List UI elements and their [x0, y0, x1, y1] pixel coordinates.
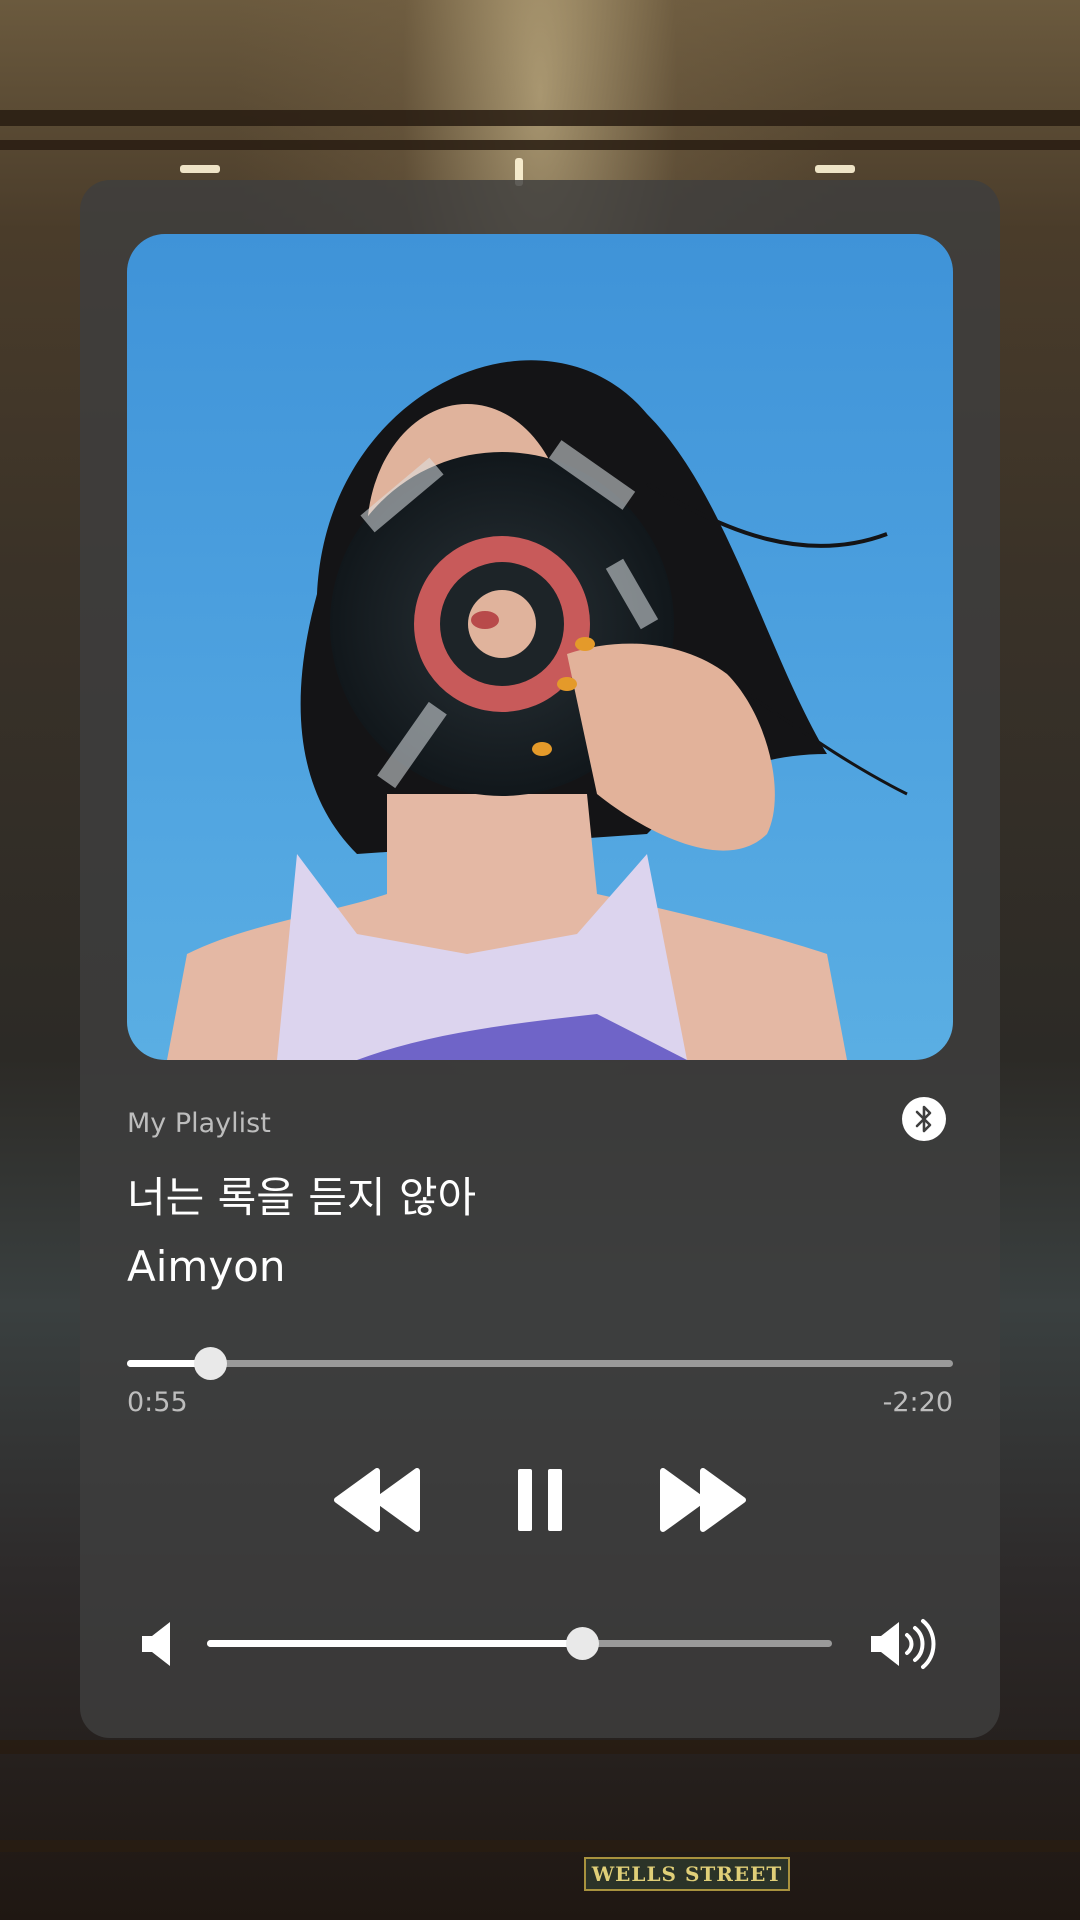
- artist-name: Aimyon: [127, 1242, 286, 1291]
- rewind-icon: [334, 1468, 420, 1532]
- volume-slider[interactable]: [207, 1627, 832, 1660]
- progress-thumb[interactable]: [193, 1347, 227, 1380]
- volume-high-icon: [868, 1615, 942, 1673]
- playlist-label: My Playlist: [127, 1108, 271, 1139]
- ceiling-light: [815, 165, 855, 173]
- ceiling-beam: [0, 140, 1080, 150]
- progress-bar[interactable]: [127, 1347, 953, 1380]
- bluetooth-icon: [915, 1105, 932, 1133]
- ceiling-beam: [0, 110, 1080, 126]
- volume-thumb[interactable]: [566, 1627, 599, 1660]
- song-title: 너는 록을 듣지 않아: [127, 1173, 477, 1222]
- pause-icon: [518, 1469, 562, 1531]
- fast-forward-icon: [660, 1468, 746, 1532]
- volume-fill: [207, 1640, 582, 1647]
- bridge-truss: [0, 1740, 1080, 1754]
- bridge-truss: [0, 1840, 1080, 1852]
- time-elapsed: 0:55: [127, 1387, 188, 1418]
- volume-low-icon: [138, 1620, 178, 1668]
- bluetooth-button[interactable]: [902, 1097, 946, 1141]
- volume-high-icon-shape: [871, 1619, 936, 1669]
- fast-forward-button[interactable]: [654, 1465, 750, 1535]
- street-sign: WELLS STREET: [584, 1857, 790, 1891]
- time-remaining: -2:20: [882, 1387, 953, 1418]
- album-art: [127, 234, 953, 1060]
- pause-button[interactable]: [508, 1465, 572, 1535]
- volume-low-icon-shape: [142, 1622, 170, 1666]
- ceiling-light: [180, 165, 220, 173]
- rewind-button[interactable]: [330, 1465, 426, 1535]
- album-art-illustration: [167, 360, 908, 1060]
